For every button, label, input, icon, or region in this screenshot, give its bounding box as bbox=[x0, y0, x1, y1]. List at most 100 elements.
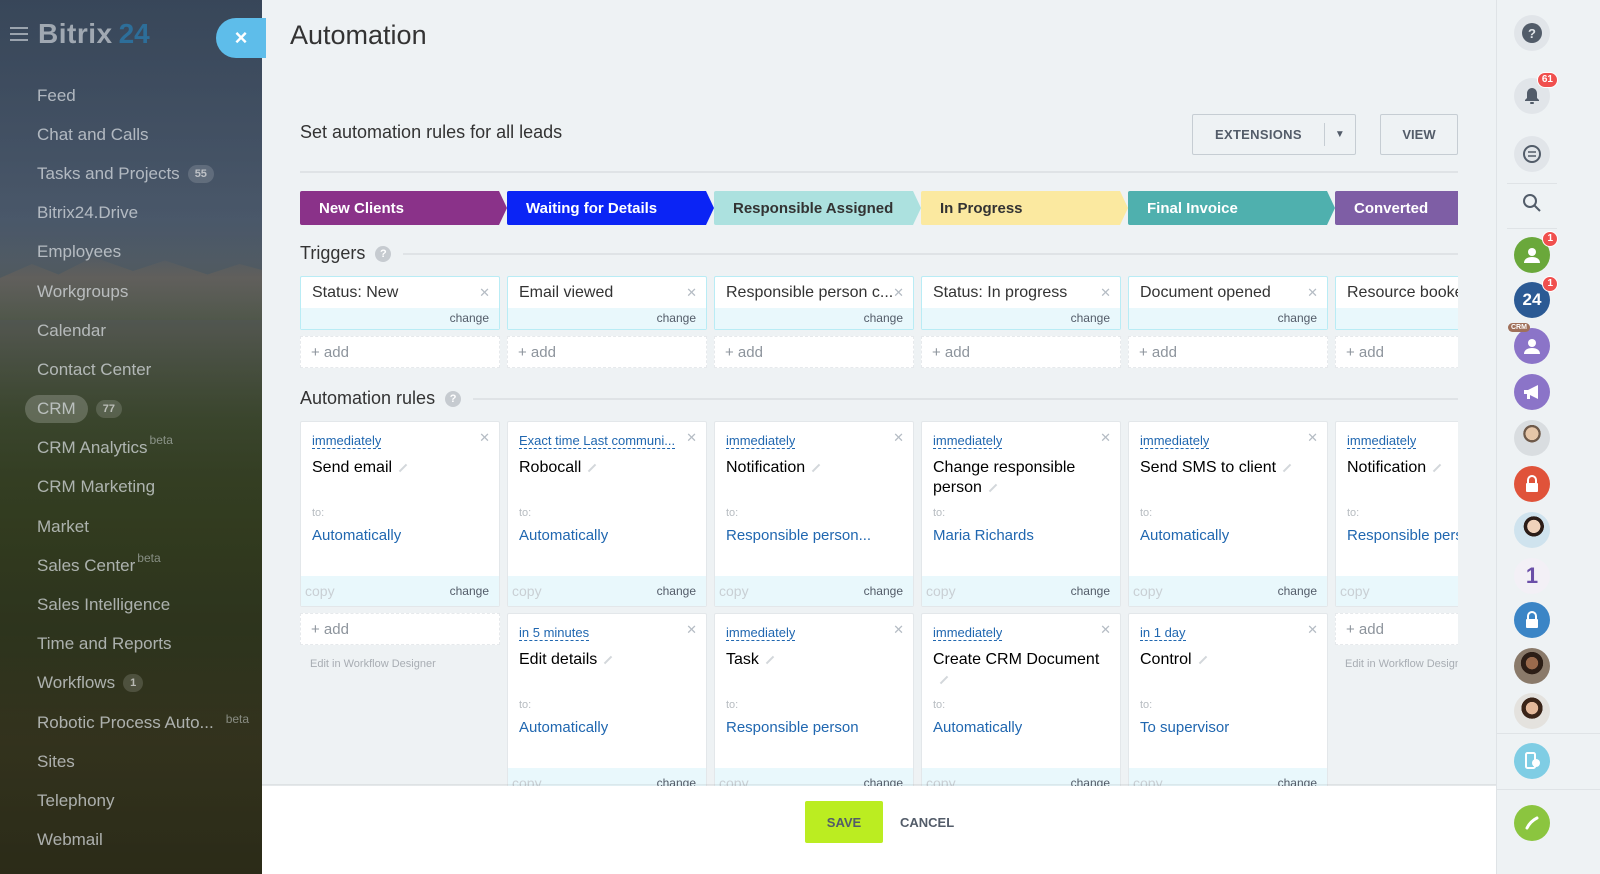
add-robot-button[interactable]: + add bbox=[300, 613, 500, 645]
robot-target-link[interactable]: To supervisor bbox=[1140, 719, 1229, 736]
robot-target-link[interactable]: Maria Richards bbox=[933, 527, 1034, 544]
remove-icon[interactable]: ✕ bbox=[893, 430, 904, 446]
help-icon[interactable]: ? bbox=[375, 245, 392, 262]
cancel-button[interactable]: CANCEL bbox=[900, 801, 954, 843]
copy-link[interactable]: copy bbox=[305, 583, 335, 599]
trigger-card[interactable]: Status: In progress ✕ change bbox=[921, 276, 1121, 330]
robot-card[interactable]: Exact time Last communi... ✕ Robocall to: Au… bbox=[507, 421, 707, 607]
sidebar-item[interactable]: Bitrix24.Drive bbox=[37, 194, 249, 233]
change-link[interactable]: change bbox=[1071, 584, 1110, 598]
robot-target-link[interactable]: Automatically bbox=[519, 527, 608, 544]
sidebar-item[interactable]: Sales Center beta bbox=[37, 546, 249, 585]
sidebar-item[interactable]: Calendar bbox=[37, 311, 249, 350]
delay-link[interactable]: Exact time Last communi... bbox=[519, 433, 676, 449]
edit-pencil-icon[interactable] bbox=[1282, 463, 1292, 473]
locked-chat-button[interactable] bbox=[1514, 602, 1550, 638]
save-button[interactable]: SAVE bbox=[805, 801, 883, 843]
robot-card[interactable]: immediately ✕ Create CRM Document to: Automa… bbox=[921, 613, 1121, 799]
sidebar-item[interactable]: Contact Center bbox=[37, 350, 249, 389]
sidebar-item[interactable]: Robotic Process Auto... beta bbox=[37, 703, 249, 742]
add-robot-button[interactable]: + add bbox=[1335, 613, 1458, 645]
copy-link[interactable]: copy bbox=[719, 583, 749, 599]
sidebar-item[interactable]: Workgroups bbox=[37, 272, 249, 311]
remove-icon[interactable]: ✕ bbox=[1100, 285, 1111, 301]
edit-pencil-icon[interactable] bbox=[1198, 655, 1207, 665]
trigger-change-link[interactable]: change bbox=[922, 308, 1120, 329]
robot-target-link[interactable]: Automatically bbox=[1140, 527, 1229, 544]
remove-icon[interactable]: ✕ bbox=[893, 285, 904, 301]
trigger-card[interactable]: Responsible person c... ✕ change bbox=[714, 276, 914, 330]
remove-icon[interactable]: ✕ bbox=[686, 622, 697, 638]
view-button[interactable]: VIEW bbox=[1380, 114, 1458, 155]
contact-avatar[interactable] bbox=[1514, 693, 1550, 729]
robot-card[interactable]: immediately ✕ Send SMS to client to: Automat… bbox=[1128, 421, 1328, 607]
stage-in-progress[interactable]: In Progress bbox=[921, 191, 1128, 225]
change-link[interactable]: change bbox=[864, 584, 903, 598]
stage-converted[interactable]: Converted bbox=[1335, 191, 1458, 225]
search-button[interactable] bbox=[1514, 185, 1550, 221]
edit-pencil-icon[interactable] bbox=[1432, 463, 1442, 473]
crm-chat-button[interactable]: CRM bbox=[1508, 323, 1550, 364]
robot-card[interactable]: immediately✕Notificationto:Responsible p… bbox=[1335, 421, 1458, 607]
robot-card[interactable]: immediately ✕ Task to: Responsible person cop… bbox=[714, 613, 914, 799]
delay-link[interactable]: immediately bbox=[726, 625, 796, 641]
remove-icon[interactable]: ✕ bbox=[686, 430, 697, 446]
stage-waiting-for-details[interactable]: Waiting for Details bbox=[507, 191, 714, 225]
delay-link[interactable]: in 5 minutes bbox=[519, 625, 590, 641]
robot-target-link[interactable]: Responsible person bbox=[726, 719, 859, 736]
trigger-change-link[interactable]: change bbox=[1129, 308, 1327, 329]
sidebar-item[interactable]: Tasks and Projects 55 bbox=[37, 154, 249, 193]
notifications-button[interactable]: 61 bbox=[1514, 72, 1558, 114]
add-trigger-button[interactable]: + add bbox=[507, 336, 707, 368]
copy-link[interactable]: copy bbox=[512, 583, 542, 599]
sidebar-item[interactable]: Workflows 1 bbox=[37, 664, 249, 703]
help-icon[interactable]: ? bbox=[445, 390, 462, 407]
remove-icon[interactable]: ✕ bbox=[1307, 430, 1318, 446]
edit-pencil-icon[interactable] bbox=[988, 483, 998, 493]
trigger-card[interactable]: Status: New ✕ change bbox=[300, 276, 500, 330]
help-button[interactable]: ? bbox=[1514, 15, 1550, 51]
extensions-button[interactable]: EXTENSIONS bbox=[1193, 115, 1324, 154]
stage-final-invoice[interactable]: Final Invoice bbox=[1128, 191, 1335, 225]
messenger-button[interactable] bbox=[1514, 136, 1550, 172]
sidebar-item[interactable]: Webmail bbox=[37, 821, 249, 860]
remove-icon[interactable]: ✕ bbox=[1100, 430, 1111, 446]
robot-target-link[interactable]: Automatically bbox=[933, 719, 1022, 736]
sidebar-item[interactable]: CRM 77 bbox=[25, 390, 249, 429]
remove-icon[interactable]: ✕ bbox=[479, 285, 490, 301]
trigger-change-link[interactable] bbox=[1336, 308, 1458, 329]
bitrix24-button[interactable]: 24 1 bbox=[1514, 276, 1558, 318]
phone-button[interactable] bbox=[1514, 805, 1550, 841]
marketing-chat-button[interactable] bbox=[1514, 374, 1550, 410]
trigger-card[interactable]: Resource booked bbox=[1335, 276, 1458, 330]
workflow-designer-link[interactable]: Edit in Workflow Designer bbox=[300, 645, 500, 670]
add-trigger-button[interactable]: + add bbox=[921, 336, 1121, 368]
contact-avatar[interactable] bbox=[1514, 648, 1550, 684]
contact-avatar[interactable] bbox=[1514, 512, 1550, 548]
delay-link[interactable]: immediately bbox=[933, 433, 1003, 449]
edit-pencil-icon[interactable] bbox=[398, 463, 408, 473]
edit-pencil-icon[interactable] bbox=[939, 675, 949, 685]
change-link[interactable]: change bbox=[1278, 584, 1317, 598]
sidebar-item[interactable]: Market bbox=[37, 507, 249, 546]
remove-icon[interactable]: ✕ bbox=[1100, 622, 1111, 638]
add-trigger-button[interactable]: + add bbox=[300, 336, 500, 368]
trigger-card[interactable]: Email viewed ✕ change bbox=[507, 276, 707, 330]
add-trigger-button[interactable]: + add bbox=[714, 336, 914, 368]
remove-icon[interactable]: ✕ bbox=[686, 285, 697, 301]
robot-card[interactable]: immediately ✕ Change responsible person to:… bbox=[921, 421, 1121, 607]
robot-target-link[interactable]: Responsible person... bbox=[726, 527, 871, 544]
close-slider-button[interactable]: × bbox=[216, 18, 266, 58]
robot-card[interactable]: immediately ✕ Send email to: Automatically co… bbox=[300, 421, 500, 607]
sidebar-item[interactable]: Chat and Calls bbox=[37, 115, 249, 154]
sidebar-item[interactable]: Time and Reports bbox=[37, 625, 249, 664]
delay-link[interactable]: in 1 day bbox=[1140, 625, 1186, 641]
logo[interactable]: Bitrix 24 bbox=[10, 18, 150, 50]
remove-icon[interactable]: ✕ bbox=[1307, 285, 1318, 301]
remove-icon[interactable]: ✕ bbox=[1307, 622, 1318, 638]
robot-target-link[interactable]: Automatically bbox=[312, 527, 401, 544]
extensions-dropdown-button[interactable]: ▼ bbox=[1325, 115, 1355, 154]
locked-chat-button[interactable] bbox=[1514, 466, 1550, 502]
sidebar-item[interactable]: Sales Intelligence bbox=[37, 585, 249, 624]
trigger-change-link[interactable]: change bbox=[301, 308, 499, 329]
